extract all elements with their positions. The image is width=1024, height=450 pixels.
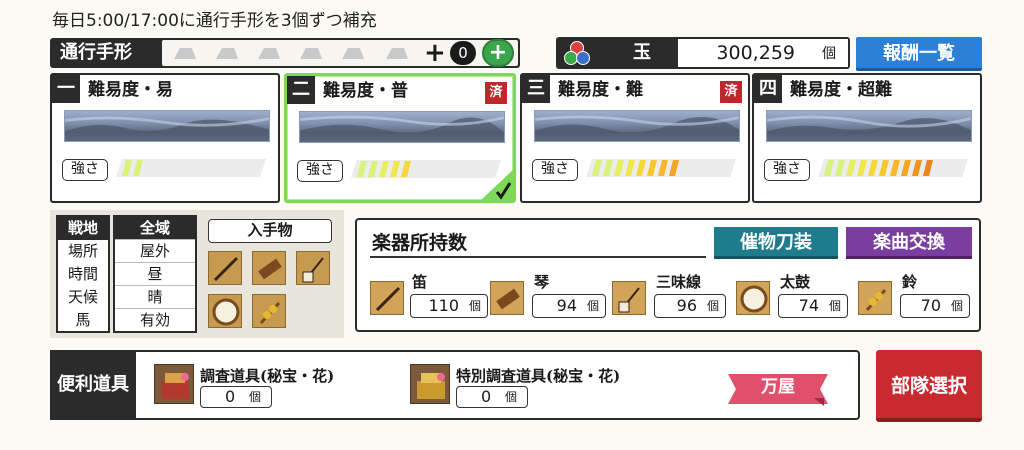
instrument-count: 96 個 — [654, 294, 726, 318]
instruments-title: 楽器所持数 — [372, 232, 468, 254]
strength-bar — [818, 157, 968, 179]
pass-label: 通行手形 — [60, 42, 132, 63]
drop-koto-icon[interactable] — [252, 251, 286, 285]
cleared-stamp: 済 — [485, 82, 507, 104]
instrument-name: 鈴 — [902, 273, 918, 291]
condition-label: 天候 — [67, 288, 98, 306]
conditions-values: 全域 屋外 昼 晴 有効 — [113, 215, 197, 333]
title-divider — [370, 256, 706, 258]
difficulty-card-easy[interactable]: 一 難易度・易 強さ — [50, 73, 280, 203]
drop-shamisen-icon[interactable] — [296, 251, 330, 285]
card-number: 三 — [522, 75, 550, 103]
shop-button[interactable]: 万屋 — [752, 374, 804, 400]
card-title: 難易度・超難 — [790, 80, 892, 100]
difficulty-card-normal[interactable]: 二 難易度・普 済 強さ — [284, 73, 516, 203]
reward-list-button[interactable]: 報酬一覧 — [856, 37, 982, 71]
strength-label: 強さ — [764, 159, 810, 181]
difficulty-card-hard[interactable]: 三 難易度・難 済 強さ — [520, 73, 750, 203]
condition-value: 全域 — [115, 217, 195, 240]
song-exchange-button[interactable]: 楽曲交換 — [846, 227, 972, 259]
card-landscape-image — [299, 111, 505, 143]
flute-icon — [370, 281, 404, 315]
pass-slot-icon — [340, 45, 366, 61]
instrument-count: 94 個 — [532, 294, 606, 318]
condition-value: 昼 — [115, 263, 195, 286]
shamisen-icon — [612, 281, 646, 315]
instrument-name: 笛 — [412, 273, 428, 291]
selected-check-icon — [479, 168, 515, 202]
drops-header: 入手物 — [208, 219, 332, 243]
card-landscape-image — [766, 110, 972, 142]
event-equipment-button[interactable]: 催物刀装 — [714, 227, 838, 259]
drop-drum-icon[interactable] — [208, 294, 242, 328]
instrument-count: 110 個 — [410, 294, 488, 318]
card-number: 一 — [52, 75, 80, 103]
tools-label: 便利道具 — [50, 350, 136, 420]
cleared-stamp: 済 — [720, 81, 742, 103]
plus-icon: + — [424, 38, 446, 68]
condition-value: 有効 — [139, 311, 170, 329]
add-pass-button[interactable]: + — [482, 39, 514, 67]
instrument-name: 太鼓 — [780, 273, 811, 291]
squad-select-button[interactable]: 部隊選択 — [876, 350, 982, 422]
condition-value: 晴 — [115, 286, 195, 309]
pass-slot-icon — [214, 45, 240, 61]
condition-label: 場所 — [67, 242, 98, 260]
card-landscape-image — [534, 110, 740, 142]
refill-notice: 毎日5:00/17:00に通行手形を3個ずつ補充 — [52, 11, 377, 31]
card-number: 四 — [754, 75, 782, 103]
pass-slot-icon — [298, 45, 324, 61]
tool-count: 0個 — [200, 386, 272, 408]
condition-value: 屋外 — [115, 240, 195, 263]
pass-slot-icon — [256, 45, 282, 61]
instrument-name: 琴 — [534, 273, 550, 291]
card-landscape-image — [64, 110, 270, 142]
drop-flute-icon[interactable] — [208, 251, 242, 285]
instrument-name: 三味線 — [656, 273, 702, 291]
conditions-labels: 戦地 場所 時間 天候 馬 — [56, 215, 110, 333]
instrument-count: 74 個 — [778, 294, 848, 318]
difficulty-card-very-hard[interactable]: 四 難易度・超難 強さ — [752, 73, 982, 203]
strength-bar — [586, 157, 736, 179]
drum-icon — [736, 281, 770, 315]
gem-value: 300,259 — [716, 42, 795, 64]
survey-tool-icon — [154, 364, 194, 404]
pass-slot-icon — [384, 45, 410, 61]
gem-label: 玉 — [633, 42, 651, 63]
koto-icon — [490, 281, 524, 315]
tool-name: 調査道具(秘宝・花) — [200, 367, 335, 385]
pass-extra-count: 0 — [450, 41, 476, 65]
card-number: 二 — [287, 76, 315, 104]
strength-label: 強さ — [532, 159, 578, 181]
instrument-count: 70 個 — [900, 294, 970, 318]
gem-unit: 個 — [822, 46, 836, 62]
special-survey-tool-icon — [410, 364, 450, 404]
condition-label: 時間 — [67, 265, 98, 283]
strength-label: 強さ — [62, 159, 108, 181]
card-title: 難易度・易 — [88, 80, 173, 100]
drop-bell-icon[interactable] — [252, 294, 286, 328]
strength-bar — [116, 157, 266, 179]
condition-label: 馬 — [75, 311, 91, 329]
strength-label: 強さ — [297, 160, 343, 182]
tool-count: 0個 — [456, 386, 528, 408]
card-title: 難易度・難 — [558, 80, 643, 100]
condition-label: 戦地 — [58, 217, 108, 240]
pass-slot-icon — [172, 45, 198, 61]
tool-name: 特別調査道具(秘宝・花) — [456, 367, 621, 385]
gem-icon — [562, 39, 592, 67]
card-title: 難易度・普 — [323, 81, 408, 101]
bell-icon — [858, 281, 892, 315]
